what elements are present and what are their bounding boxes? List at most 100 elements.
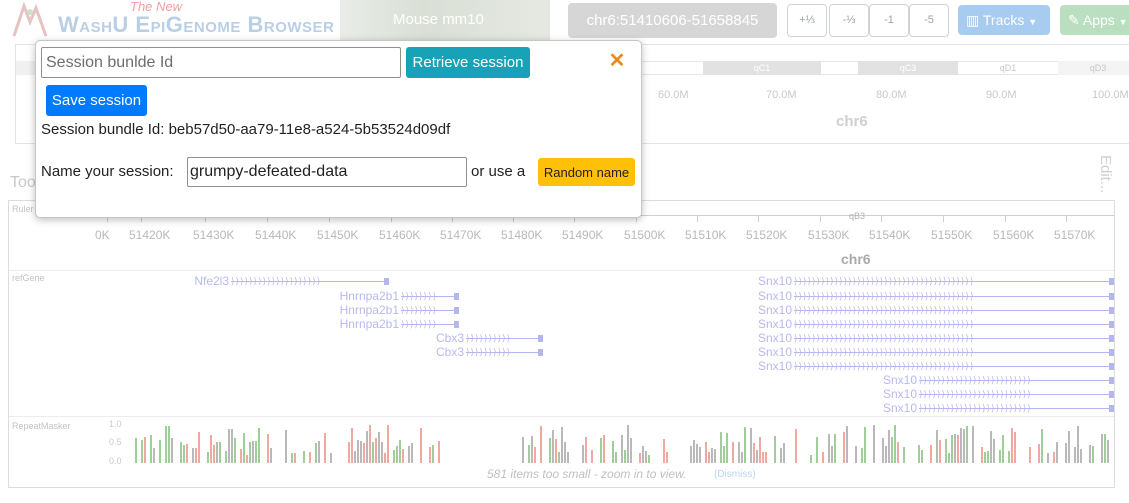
overview-tick: 70.0M [766,89,797,101]
ruler-tick: 0K [95,228,110,242]
gene-label[interactable]: Snx10 [837,401,917,415]
logo-text: WashU EpiGenome Browser [58,12,335,37]
ruler-tick: 51540K [869,228,911,242]
gene-label[interactable]: Snx10 [712,317,792,331]
repeat-bar [384,453,386,463]
gene-label[interactable]: Hnrnpa2b1 [319,303,399,317]
rm-axis-label: 0.0 [109,456,122,466]
rm-axis-label: 1.0 [109,419,122,429]
repeat-bar [822,452,824,463]
exon-block [1109,349,1114,356]
logo-mark-icon [12,2,48,37]
apps-menu-button[interactable]: ✎ Apps ▼ [1060,5,1129,35]
repeat-bar [1014,432,1016,463]
gene-label[interactable]: Snx10 [712,289,792,303]
repeat-bar [558,452,560,463]
strand-arrows: ⟩⟩⟩⟩⟩⟩⟩⟩⟩⟩⟩⟩⟩⟩⟩⟩⟩⟩⟩⟩⟩⟩⟩⟩⟩⟩⟩⟩⟩⟩⟩⟩⟩⟩⟩⟩⟩⟩⟩⟩ [794,292,975,301]
ruler-tick: 51560K [993,228,1035,242]
tracks-menu-button[interactable]: ▥ Tracks ▼ [958,5,1050,35]
repeat-bar [960,428,962,463]
repeat-bar [627,425,629,463]
zoom-out-third-button[interactable]: -⅓ [829,4,869,37]
small-items-message: 581 items too small - zoom in to view. [487,467,687,481]
gene-label[interactable]: Cbx3 [384,331,464,345]
session-name-input[interactable] [187,157,467,187]
ruler-tick-mark [943,215,944,222]
strand-arrows: ⟩⟩⟩⟩⟩⟩⟩⟩⟩⟩⟩⟩⟩⟩⟩⟩⟩⟩⟩⟩⟩⟩⟩⟩⟩⟩⟩⟩⟩⟩⟩⟩⟩⟩⟩⟩⟩⟩⟩⟩ [794,306,975,315]
overview-tick: 80.0M [876,89,907,101]
repeat-bar [945,439,947,463]
zoom-out-5-button[interactable]: -5 [909,4,949,37]
repeat-bar [408,446,410,463]
repeat-bar [315,443,317,463]
ruler-tick: 51450K [317,228,359,242]
exon-block [454,293,459,300]
ruler-tick: 51550K [931,228,973,242]
repeat-bar [318,441,320,463]
repeat-bar [624,450,626,463]
repeat-bar [438,441,440,463]
dismiss-link[interactable]: (Dismiss) [714,469,756,480]
toolbar-label: Too [10,174,36,191]
band-label: qD1 [999,63,1017,73]
track-container[interactable]: Ruler qB3 0K 51420K 51430K 51440K 51450K 5146… [8,200,1115,488]
strand-arrows: ⟩⟩⟩⟩⟩⟩⟩⟩ [401,292,438,301]
repeat-bar [600,438,602,463]
repeat-bar [369,425,371,463]
repeat-bar [348,442,350,463]
repeat-bar [564,442,566,463]
gene-label[interactable]: Snx10 [712,274,792,288]
or-use-label: or use a [471,163,526,180]
repeat-bar [567,452,569,463]
repeat-bar [663,439,665,463]
repeat-bar [522,437,524,463]
repeat-bar [930,445,932,463]
random-name-button[interactable]: Random name [538,158,635,186]
tracks-icon: ▥ [966,12,980,28]
app-logo[interactable]: The New WashU EpiGenome Browser [10,0,340,40]
tracks-label: Tracks [982,12,1025,28]
repeat-bar [882,438,884,463]
gene-label[interactable]: Hnrnpa2b1 [319,317,399,331]
repeat-bar [207,452,209,463]
gene-label[interactable]: Snx10 [837,387,917,401]
gene-label[interactable]: Hnrnpa2b1 [319,289,399,303]
wrench-icon: ✎ [1068,12,1080,28]
repeat-bar [843,432,845,463]
repeat-bar [1089,445,1091,463]
gene-label[interactable]: Snx10 [712,331,792,345]
edit-tracks-link[interactable]: Edit... [1096,155,1114,193]
repeat-bar [615,452,617,463]
zoom-in-third-button[interactable]: +⅓ [787,4,827,37]
repeat-bar [210,435,212,463]
close-icon[interactable]: ✕ [607,51,627,71]
locus-display[interactable]: chr6:51410606-51658845 [568,3,777,38]
strand-arrows: ⟩⟩⟩⟩⟩⟩⟩⟩⟩⟩ [466,348,512,357]
gene-label[interactable]: Snx10 [712,345,792,359]
gene-label[interactable]: Snx10 [712,303,792,317]
repeat-bar [429,447,431,463]
strand-arrows: ⟩⟩⟩⟩⟩⟩⟩⟩ [401,306,438,315]
repeat-bar [1038,444,1040,463]
repeat-bar [864,427,866,463]
zoom-out-1-button[interactable]: -1 [869,4,909,37]
repeat-bar [762,452,764,463]
repeat-bar [993,439,995,463]
gene-label[interactable]: Cbx3 [384,345,464,359]
repeat-bar [366,431,368,463]
session-bundle-id-text: Session bundle Id: beb57d50-aa79-11e8-a5… [41,121,451,138]
retrieve-session-button[interactable]: Retrieve session [406,47,530,78]
chevron-down-icon: ▼ [1118,17,1128,27]
repeat-bar [402,449,404,463]
save-session-button[interactable]: Save session [46,85,147,116]
overview-tick: 90.0M [986,89,1017,101]
exon-block [454,321,459,328]
gene-label[interactable]: Snx10 [712,359,792,373]
exon-block [1109,405,1114,412]
repeat-bar [738,442,740,463]
repeat-bar [195,448,197,463]
gene-label[interactable]: Snx10 [837,373,917,387]
gene-label[interactable]: Nfe2l3 [149,274,229,288]
session-bundle-id-input[interactable] [41,47,401,78]
repeat-bar [246,455,248,463]
